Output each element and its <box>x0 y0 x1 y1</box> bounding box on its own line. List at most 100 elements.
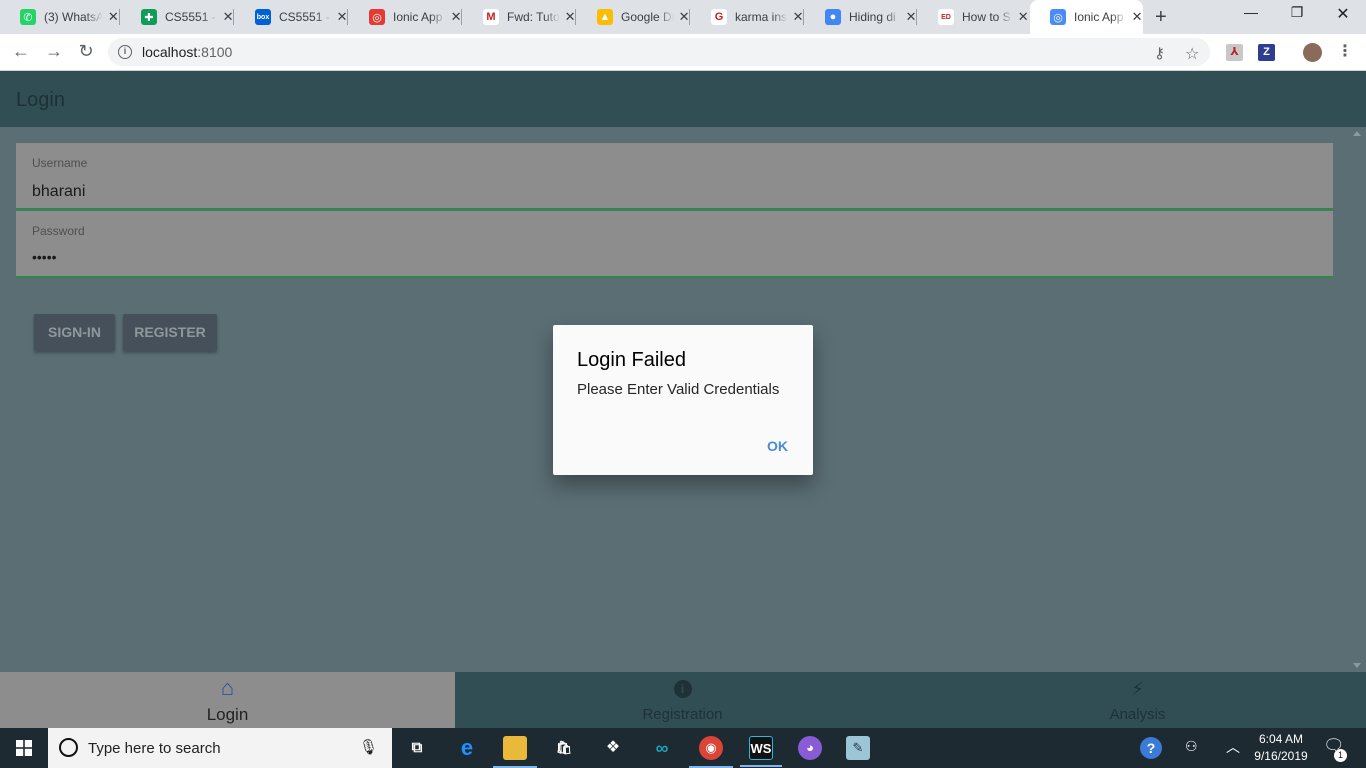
home-icon: ⌂ <box>220 675 235 700</box>
content-scrollbar[interactable] <box>1349 127 1366 672</box>
file-explorer-icon[interactable] <box>493 736 537 768</box>
github-desktop-icon[interactable]: ◕ <box>798 736 822 760</box>
close-window-button[interactable]: ✕ <box>1320 4 1366 24</box>
browser-tab[interactable]: box CS5551 - ✕ <box>235 0 348 34</box>
register-button[interactable]: REGISTER <box>123 314 217 351</box>
dialog-ok-button[interactable]: OK <box>767 438 788 454</box>
dropbox-icon[interactable]: ❖ <box>601 736 625 760</box>
key-icon[interactable]: ⚷ <box>1154 44 1165 62</box>
browser-tab[interactable]: ✚ CS5551 - ✕ <box>121 0 234 34</box>
close-tab-icon[interactable]: ✕ <box>107 9 120 25</box>
cortana-icon <box>59 738 78 757</box>
tab-registration[interactable]: i Registration <box>455 672 910 728</box>
browser-tab[interactable]: ✆ (3) WhatsApp ✕ <box>0 0 120 34</box>
bookmark-star-icon[interactable]: ☆ <box>1185 44 1199 64</box>
browser-tab[interactable]: ◎ Ionic App ✕ <box>349 0 462 34</box>
browser-tab[interactable]: ▲Google Drive✕ <box>577 0 690 34</box>
profile-avatar[interactable] <box>1303 43 1322 62</box>
dialog-title: Login Failed <box>577 349 686 371</box>
address-bar[interactable]: i localhost:8100 ⚷ ☆ <box>108 38 1210 66</box>
tab-login[interactable]: ⌂ Login <box>0 672 455 728</box>
tab-separator <box>347 9 348 25</box>
scroll-down-arrow-icon[interactable] <box>1353 663 1361 668</box>
sign-in-button[interactable]: SIGN-IN <box>34 314 115 351</box>
edge-icon[interactable]: e <box>455 736 479 760</box>
help-icon[interactable]: ? <box>1140 737 1162 759</box>
minimize-button[interactable]: — <box>1228 4 1274 20</box>
bottom-tab-bar: ⌂ Login i Registration ⚡ Analysis <box>0 672 1366 728</box>
chrome-menu-icon[interactable]: ⋮ <box>1333 41 1357 61</box>
tab-separator <box>233 9 234 25</box>
notification-count-badge: 1 <box>1334 749 1347 762</box>
people-icon[interactable]: ⚇ <box>1185 738 1198 755</box>
browser-tab-title: Google Drive <box>621 10 675 24</box>
forward-button[interactable]: → <box>42 41 66 62</box>
browser-tab-title: karma ins <box>735 10 788 24</box>
tab-label: Registration <box>642 706 723 723</box>
browser-tab[interactable]: ◎ Ionic App ✕ <box>1030 0 1143 34</box>
flash-icon: ⚡ <box>1131 679 1144 699</box>
reload-button[interactable]: ↻ <box>74 41 98 62</box>
username-field[interactable]: Username bharani <box>16 143 1333 210</box>
search-placeholder: Type here to search <box>88 740 221 757</box>
taskbar-clock[interactable]: 6:04 AM 9/16/2019 <box>1248 731 1314 765</box>
browser-tab[interactable]: ● Hiding di ✕ <box>805 0 917 34</box>
browser-tab-title: Hiding di <box>849 10 896 24</box>
browser-tab-title: CS5551 - <box>279 10 330 24</box>
tab-label: Login <box>206 705 249 724</box>
chrome-icon[interactable]: ◉ <box>689 736 733 768</box>
start-button[interactable] <box>0 728 48 768</box>
webstorm-icon[interactable]: WS <box>740 736 782 767</box>
site-info-icon[interactable]: i <box>118 45 132 59</box>
pdf-extension-icon[interactable]: ⅄ <box>1226 44 1243 61</box>
scroll-up-arrow-icon[interactable] <box>1353 131 1361 136</box>
tab-separator <box>575 9 576 25</box>
task-view-icon[interactable]: ⧉ <box>405 736 429 760</box>
ed-icon: ED <box>938 9 954 25</box>
browser-toolbar: ← → ↻ i localhost:8100 ⚷ ☆ ⅄ Z ⋮ <box>0 34 1366 71</box>
tab-separator <box>916 9 917 25</box>
notepad-icon[interactable]: ✎ <box>846 736 870 760</box>
tab-label: Analysis <box>1109 706 1166 723</box>
taskbar-search-box[interactable]: Type here to search 🎙 <box>48 728 392 768</box>
password-label: Password <box>32 224 85 238</box>
browser-tab-strip: ✆ (3) WhatsApp ✕ ✚ CS5551 - ✕ box CS5551 - ✕ ◎ Ion… <box>0 0 1366 34</box>
windows-logo-icon <box>16 740 32 756</box>
password-field[interactable]: Password ••••• <box>16 211 1333 278</box>
tab-analysis[interactable]: ⚡ Analysis <box>910 672 1365 728</box>
restore-button[interactable]: ❐ <box>1274 4 1320 21</box>
ionic-blue-icon: ◎ <box>1050 9 1066 25</box>
close-tab-icon[interactable]: ✕ <box>1131 9 1143 25</box>
info-icon: i <box>673 680 692 698</box>
tab-separator <box>689 9 690 25</box>
login-failed-dialog: Login Failed Please Enter Valid Credenti… <box>553 325 813 475</box>
username-input[interactable]: bharani <box>32 183 85 201</box>
browser-tab[interactable]: MFwd: Tutorial✕ <box>463 0 576 34</box>
back-button[interactable]: ← <box>9 41 33 62</box>
browser-tab-title: CS5551 - <box>165 10 216 24</box>
browser-tab-title: (3) WhatsApp <box>44 10 103 24</box>
browser-tab[interactable]: ED How to S ✕ <box>918 0 1029 34</box>
google-icon: G <box>711 9 727 25</box>
whatsapp-icon: ✆ <box>20 9 36 25</box>
drive-icon: ▲ <box>597 9 613 25</box>
clock-date: 9/16/2019 <box>1254 749 1308 763</box>
password-input[interactable]: ••••• <box>32 249 57 265</box>
close-tab-icon[interactable]: ✕ <box>1017 9 1029 25</box>
new-tab-button[interactable]: + <box>1155 6 1167 29</box>
windows-taskbar: Type here to search 🎙 ⧉ e 🛍 ❖ ∞ ◉ WS ◕ ✎… <box>0 728 1366 768</box>
microphone-icon[interactable]: 🎙 <box>359 738 378 756</box>
arduino-icon[interactable]: ∞ <box>650 736 674 760</box>
zotero-extension-icon[interactable]: Z <box>1258 44 1275 61</box>
store-icon[interactable]: 🛍 <box>552 736 576 760</box>
browser-tab-title: How to S <box>962 10 1011 24</box>
tab-separator <box>119 9 120 25</box>
username-label: Username <box>32 156 88 170</box>
sheets-icon: ✚ <box>141 9 157 25</box>
url-text: localhost:8100 <box>142 44 233 60</box>
browser-tab[interactable]: Gkarma ins ✕ <box>691 0 804 34</box>
app-header: Login <box>0 71 1366 127</box>
browser-tab-title: Ionic App <box>393 10 443 24</box>
tray-chevron-up-icon[interactable]: ︿ <box>1226 737 1240 757</box>
tab-separator <box>461 9 462 25</box>
